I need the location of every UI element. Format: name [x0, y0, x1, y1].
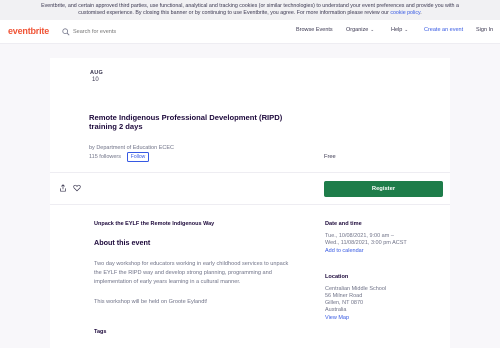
divider: [50, 172, 450, 173]
heart-icon[interactable]: [73, 184, 81, 192]
cookie-text-line2: customised experience. By closing this b…: [0, 10, 500, 17]
nav-organize[interactable]: Organize ⌄: [346, 27, 374, 33]
top-header: eventbrite Browse Events Organize⌄ Help⌄…: [0, 20, 500, 44]
location-country: Australia: [325, 307, 347, 313]
search-input[interactable]: [73, 27, 173, 37]
cookie-end: .: [420, 9, 422, 16]
nav-help[interactable]: Help ⌄: [391, 27, 408, 33]
location-suburb: Gillen, NT 0870: [325, 300, 364, 306]
nav-browse-events[interactable]: Browse Events: [296, 27, 333, 33]
view-map-link[interactable]: View Map: [325, 315, 349, 321]
tags-heading: Tags: [94, 329, 107, 335]
date-time-end: Wed., 11/08/2021, 3:00 pm ACST: [325, 240, 407, 246]
nav-create-event[interactable]: Create an event: [424, 27, 463, 33]
event-title: Remote Indigenous Professional Developme…: [89, 113, 283, 131]
event-subtitle: Unpack the EYLF the Remote Indigenous Wa…: [94, 221, 215, 227]
add-to-calendar-link[interactable]: Add to calendar: [325, 248, 364, 254]
search-icon[interactable]: [62, 28, 70, 36]
register-button[interactable]: Register: [324, 181, 443, 197]
cookie-policy-link[interactable]: cookie policy: [390, 10, 420, 16]
date-time-start: Tue., 10/08/2021, 9:00 am –: [325, 233, 394, 239]
event-description: Two day workshop for educators working i…: [94, 261, 289, 285]
date-time-heading: Date and time: [325, 221, 362, 227]
cookie-text: customised experience. By closing this b…: [78, 9, 391, 16]
follower-count: 115 followers: [89, 154, 121, 160]
event-day: 10: [92, 77, 99, 83]
location-heading: Location: [325, 274, 349, 280]
nav-sign-in[interactable]: Sign In: [476, 27, 493, 33]
event-organizer[interactable]: by Department of Education ECEC: [89, 145, 174, 151]
nav-help-label: Help: [391, 27, 403, 33]
share-icon[interactable]: [59, 184, 67, 192]
event-price: Free: [324, 154, 336, 160]
eventbrite-logo[interactable]: eventbrite: [8, 26, 49, 36]
event-description-location: This workshop will be held on Groote Eyl…: [94, 299, 208, 305]
cookie-banner: Eventbrite, and certain approved third p…: [0, 0, 500, 20]
divider: [50, 204, 450, 205]
nav-organize-label: Organize: [346, 27, 369, 33]
event-month: AUG: [90, 70, 104, 76]
event-card: AUG 10 Remote Indigenous Professional De…: [50, 58, 450, 348]
chevron-down-icon: ⌄: [370, 27, 375, 32]
about-heading: About this event: [94, 238, 151, 247]
follow-button[interactable]: Follow: [127, 152, 149, 162]
location-venue: Centralian Middle School: [325, 286, 387, 292]
chevron-down-icon: ⌄: [404, 27, 409, 32]
location-street: 56 Milner Road: [325, 293, 363, 299]
cookie-text-line1: Eventbrite, and certain approved third p…: [41, 3, 459, 9]
